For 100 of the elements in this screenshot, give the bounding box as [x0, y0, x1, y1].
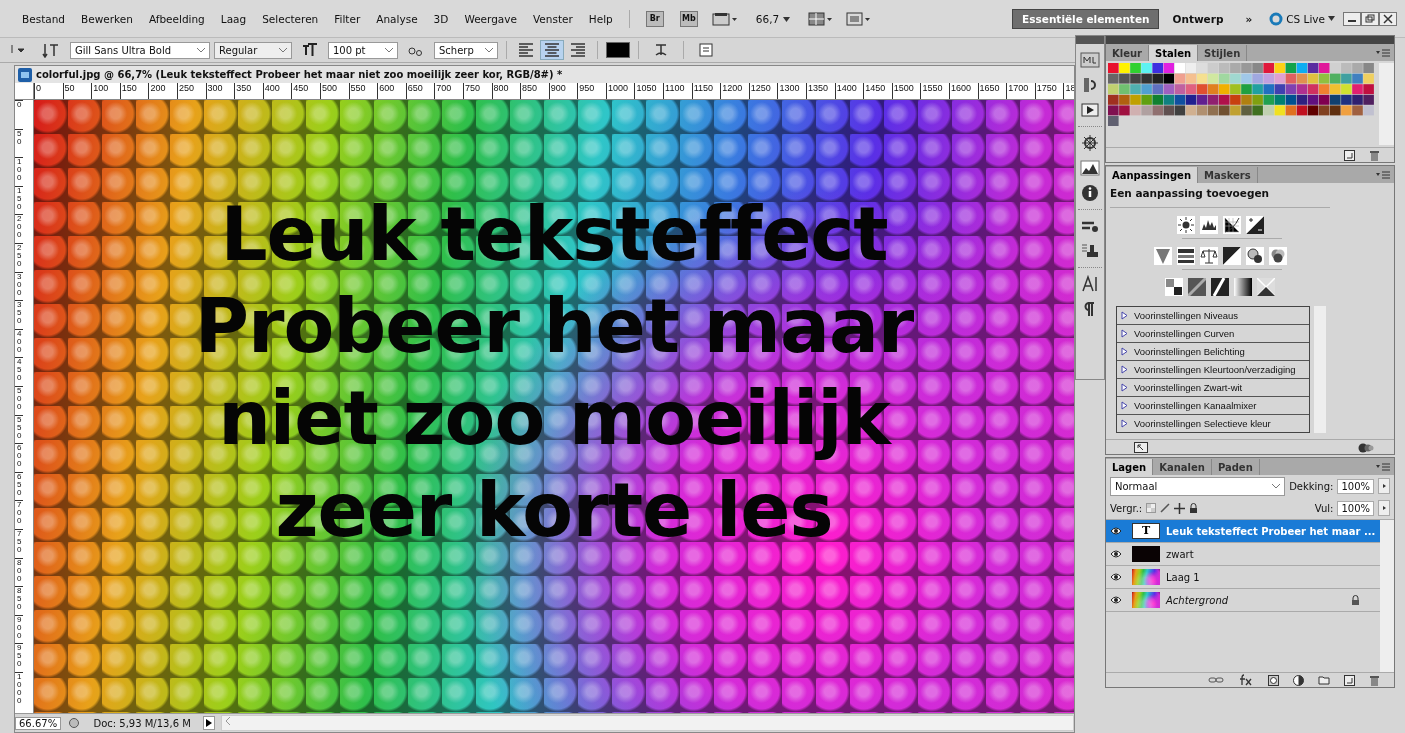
align-center-icon[interactable] [541, 41, 563, 59]
panels-toggle-icon[interactable] [698, 42, 714, 58]
panel-menu-icon[interactable] [1376, 462, 1390, 471]
vertical-scrollbar[interactable] [1314, 306, 1326, 433]
menu-item[interactable]: Weergave [456, 12, 525, 25]
new-swatch-icon[interactable] [1344, 149, 1355, 161]
play-icon[interactable] [1080, 101, 1100, 119]
menu-item[interactable]: Analyse [368, 12, 426, 25]
visibility-circles-icon[interactable] [1358, 441, 1374, 453]
blend-mode-dropdown[interactable]: Normaal [1110, 476, 1286, 496]
diagonal-split-icon[interactable] [1222, 247, 1241, 265]
screen-mode-icon[interactable] [845, 11, 872, 26]
workspace-button[interactable]: Ontwerp [1163, 8, 1233, 29]
levels-icon[interactable] [1199, 216, 1218, 234]
text-orientation-icon[interactable] [42, 42, 60, 58]
histogram-icon[interactable] [1080, 159, 1100, 177]
close-icon[interactable] [1379, 11, 1397, 26]
preset-list-item[interactable]: Voorinstellingen Selectieve kleur [1117, 415, 1309, 432]
font-style-dropdown[interactable]: Regular [214, 41, 292, 59]
opacity-slider-button[interactable] [1378, 478, 1390, 494]
horizontal-scrollbar[interactable] [221, 715, 1074, 731]
arrange-documents-icon[interactable] [807, 11, 834, 26]
opacity-field[interactable]: 100% [1337, 478, 1374, 494]
hue-saturation-icon[interactable] [1176, 247, 1195, 265]
menu-item[interactable]: Laag [212, 12, 255, 25]
status-info-icon[interactable] [67, 717, 82, 729]
trash-icon[interactable] [1369, 149, 1380, 161]
fill-field[interactable]: 100% [1337, 500, 1374, 516]
stamp-icon[interactable] [1080, 242, 1100, 260]
menu-item[interactable]: Venster [524, 12, 581, 25]
preset-list-item[interactable]: Voorinstellingen Kanaalmixer [1117, 397, 1309, 415]
info-icon[interactable] [1080, 184, 1100, 202]
layer-row[interactable]: Achtergrond [1106, 589, 1380, 612]
lock-icon[interactable] [1189, 503, 1199, 513]
preset-list-item[interactable]: Voorinstellingen Belichting [1117, 343, 1309, 361]
menu-item[interactable]: 3D [425, 12, 457, 25]
compass-icon[interactable] [1080, 134, 1100, 152]
threshold-icon[interactable] [1211, 278, 1229, 296]
new-layer-icon[interactable] [1344, 674, 1355, 686]
panel-tab[interactable]: Maskers [1198, 167, 1258, 183]
menu-item[interactable]: Filter [326, 12, 369, 25]
preset-list-item[interactable]: Voorinstellingen Zwart-wit [1117, 379, 1309, 397]
workspace-button[interactable]: Essentiële elementen [1012, 8, 1160, 29]
link-icon[interactable] [1208, 675, 1224, 685]
preset-list-item[interactable]: Voorinstellingen Kleurtoon/verzadiging [1117, 361, 1309, 379]
move-icon[interactable] [1174, 502, 1186, 514]
fill-slider-button[interactable] [1378, 500, 1390, 516]
app-launch-button[interactable]: Br [645, 10, 664, 27]
eye-icon[interactable] [1110, 527, 1122, 535]
panel-menu-icon[interactable] [1376, 170, 1390, 179]
posterize-icon[interactable] [1188, 278, 1206, 296]
font-size-field[interactable]: 100 pt [328, 41, 398, 59]
curves-icon[interactable] [1222, 216, 1241, 234]
panel-tab[interactable]: Kanalen [1153, 459, 1212, 475]
adjustment-layer-icon[interactable] [1293, 674, 1304, 686]
brush-icon[interactable] [1160, 503, 1171, 513]
eye-icon[interactable] [1110, 573, 1122, 581]
invert-icon[interactable] [1165, 278, 1183, 296]
zoom-field[interactable]: 66.67% [15, 716, 62, 730]
layer-row[interactable]: Laag 1 [1106, 566, 1380, 589]
vertical-scrollbar[interactable] [1380, 520, 1394, 672]
panel-tab[interactable]: Stalen [1149, 45, 1199, 61]
minimize-icon[interactable] [1343, 11, 1361, 26]
fx-icon[interactable] [1238, 674, 1254, 686]
anti-aliasing-dropdown[interactable]: Scherp [434, 41, 498, 59]
warp-text-icon[interactable] [653, 42, 669, 58]
color-swatches-drawing[interactable] [1108, 63, 1375, 127]
vertical-scrollbar[interactable] [1379, 63, 1394, 145]
app-launch-button[interactable]: Mb [679, 10, 698, 27]
zoom-level-dropdown[interactable]: 66,7 [755, 12, 790, 25]
balance-scale-icon[interactable] [1199, 247, 1218, 265]
menu-item[interactable]: Afbeelding [140, 12, 213, 25]
preset-list-item[interactable]: Voorinstellingen Curven [1117, 325, 1309, 343]
vibrance-icon[interactable] [1153, 247, 1172, 265]
panel-tab[interactable]: Stijlen [1198, 45, 1248, 61]
panel-tab[interactable]: Lagen [1106, 459, 1154, 475]
panel-tab[interactable]: Aanpassingen [1106, 167, 1199, 183]
font-size-icon[interactable] [302, 42, 318, 58]
menu-item[interactable]: Selecteren [254, 12, 327, 25]
menu-item[interactable]: Help [580, 12, 621, 25]
preset-list-item[interactable]: Voorinstellingen Niveaus [1117, 307, 1309, 325]
text-color-swatch[interactable] [606, 42, 630, 58]
panel-menu-icon[interactable] [1376, 48, 1390, 57]
play-triangle-icon[interactable] [203, 716, 216, 730]
layer-row[interactable]: zwart [1106, 543, 1380, 566]
layer-row[interactable]: T Leuk teksteffect Probeer het maar ... [1106, 520, 1380, 543]
film-strip-icon[interactable] [711, 11, 738, 26]
mini-bridge-icon[interactable] [1080, 51, 1100, 69]
menu-item[interactable]: Bewerken [73, 12, 141, 25]
scroll-left-icon[interactable] [226, 717, 232, 725]
photo-filter-icon[interactable] [1245, 247, 1264, 265]
gradient-map-icon[interactable] [1234, 278, 1252, 296]
trash-icon[interactable] [1369, 674, 1380, 686]
channel-mixer-icon[interactable] [1268, 247, 1287, 265]
brightness-icon[interactable] [1176, 216, 1195, 234]
panel-tab[interactable]: Paden [1211, 459, 1260, 475]
eye-icon[interactable] [1110, 596, 1122, 604]
menu-item[interactable]: Bestand [14, 12, 73, 25]
eye-icon[interactable] [1110, 550, 1122, 558]
font-family-dropdown[interactable]: Gill Sans Ultra Bold [70, 41, 210, 59]
